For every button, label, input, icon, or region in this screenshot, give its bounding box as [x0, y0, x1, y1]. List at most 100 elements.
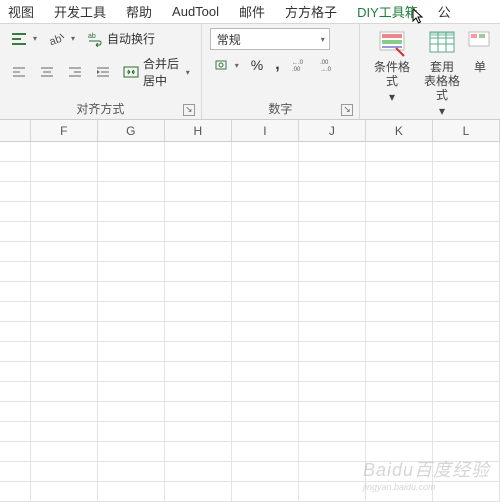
cell[interactable]	[98, 162, 165, 181]
tab-view[interactable]: 视图	[4, 0, 38, 24]
cell-styles-button[interactable]: 单	[468, 28, 492, 76]
percent-button[interactable]: %	[248, 55, 266, 75]
cell[interactable]	[366, 202, 433, 221]
cell[interactable]	[433, 402, 500, 421]
cell[interactable]	[232, 402, 299, 421]
number-dialog-launcher[interactable]: ↘	[341, 104, 353, 116]
cell[interactable]	[165, 142, 232, 161]
cell[interactable]	[31, 282, 98, 301]
cell[interactable]	[165, 362, 232, 381]
cell[interactable]	[98, 242, 165, 261]
cell[interactable]	[232, 342, 299, 361]
cell[interactable]	[366, 302, 433, 321]
cell[interactable]	[366, 182, 433, 201]
cell[interactable]	[165, 202, 232, 221]
cell[interactable]	[98, 142, 165, 161]
tab-partial[interactable]: 公	[434, 0, 455, 24]
cell[interactable]	[299, 302, 366, 321]
spreadsheet-grid[interactable]: F G H I J K L	[0, 120, 500, 502]
cell[interactable]	[366, 282, 433, 301]
cell[interactable]	[433, 382, 500, 401]
cell[interactable]	[232, 302, 299, 321]
cell[interactable]	[0, 262, 31, 281]
cell[interactable]	[0, 362, 31, 381]
cell[interactable]	[31, 362, 98, 381]
table-row[interactable]	[0, 402, 500, 422]
cell[interactable]	[433, 242, 500, 261]
cell[interactable]	[31, 342, 98, 361]
cell[interactable]	[98, 382, 165, 401]
cell[interactable]	[165, 162, 232, 181]
cell[interactable]	[433, 202, 500, 221]
cell[interactable]	[165, 222, 232, 241]
table-row[interactable]	[0, 182, 500, 202]
cell[interactable]	[31, 182, 98, 201]
cell[interactable]	[165, 182, 232, 201]
tab-fangfang[interactable]: 方方格子	[281, 0, 341, 24]
cell[interactable]	[232, 322, 299, 341]
table-row[interactable]	[0, 262, 500, 282]
cell[interactable]	[31, 482, 98, 501]
cell[interactable]	[299, 482, 366, 501]
align-h-center-button[interactable]	[36, 62, 58, 82]
cell[interactable]	[366, 482, 433, 501]
cell[interactable]	[299, 382, 366, 401]
column-header[interactable]: I	[232, 120, 299, 141]
table-row[interactable]	[0, 322, 500, 342]
cell[interactable]	[0, 182, 31, 201]
table-row[interactable]	[0, 202, 500, 222]
cell[interactable]	[232, 222, 299, 241]
cell[interactable]	[0, 402, 31, 421]
cell[interactable]	[232, 262, 299, 281]
cell[interactable]	[165, 462, 232, 481]
column-header[interactable]: F	[31, 120, 98, 141]
table-row[interactable]	[0, 162, 500, 182]
cell[interactable]	[232, 182, 299, 201]
cell[interactable]	[366, 222, 433, 241]
cell[interactable]	[98, 182, 165, 201]
cell[interactable]	[31, 382, 98, 401]
align-h-left-button[interactable]	[8, 62, 30, 82]
cell[interactable]	[98, 322, 165, 341]
table-row[interactable]	[0, 482, 500, 502]
cell[interactable]	[366, 142, 433, 161]
cell[interactable]	[0, 482, 31, 501]
cell[interactable]	[433, 262, 500, 281]
cell[interactable]	[366, 402, 433, 421]
increase-decimal-button[interactable]: ←.0.00	[289, 55, 311, 75]
cell[interactable]	[232, 462, 299, 481]
cell[interactable]	[0, 222, 31, 241]
table-row[interactable]	[0, 302, 500, 322]
column-header[interactable]: H	[165, 120, 232, 141]
cell[interactable]	[366, 262, 433, 281]
cell[interactable]	[299, 142, 366, 161]
cell[interactable]	[433, 462, 500, 481]
cell[interactable]	[232, 242, 299, 261]
cell[interactable]	[299, 202, 366, 221]
cell[interactable]	[98, 402, 165, 421]
cell[interactable]	[98, 462, 165, 481]
cell[interactable]	[98, 362, 165, 381]
cell[interactable]	[165, 382, 232, 401]
cell[interactable]	[31, 322, 98, 341]
cell[interactable]	[98, 482, 165, 501]
table-row[interactable]	[0, 442, 500, 462]
cell[interactable]	[0, 442, 31, 461]
cell[interactable]	[299, 442, 366, 461]
align-h-right-button[interactable]	[64, 62, 86, 82]
cell[interactable]	[366, 462, 433, 481]
table-row[interactable]	[0, 362, 500, 382]
alignment-dialog-launcher[interactable]: ↘	[183, 104, 195, 116]
cell[interactable]	[98, 442, 165, 461]
cell[interactable]	[433, 342, 500, 361]
cell[interactable]	[98, 222, 165, 241]
cell[interactable]	[366, 362, 433, 381]
cell[interactable]	[366, 162, 433, 181]
cell[interactable]	[366, 422, 433, 441]
cell[interactable]	[366, 322, 433, 341]
cell[interactable]	[0, 342, 31, 361]
column-header[interactable]: J	[299, 120, 366, 141]
cell[interactable]	[433, 162, 500, 181]
cell[interactable]	[232, 142, 299, 161]
merge-center-button[interactable]: 合并后居中 ▾	[120, 53, 193, 91]
